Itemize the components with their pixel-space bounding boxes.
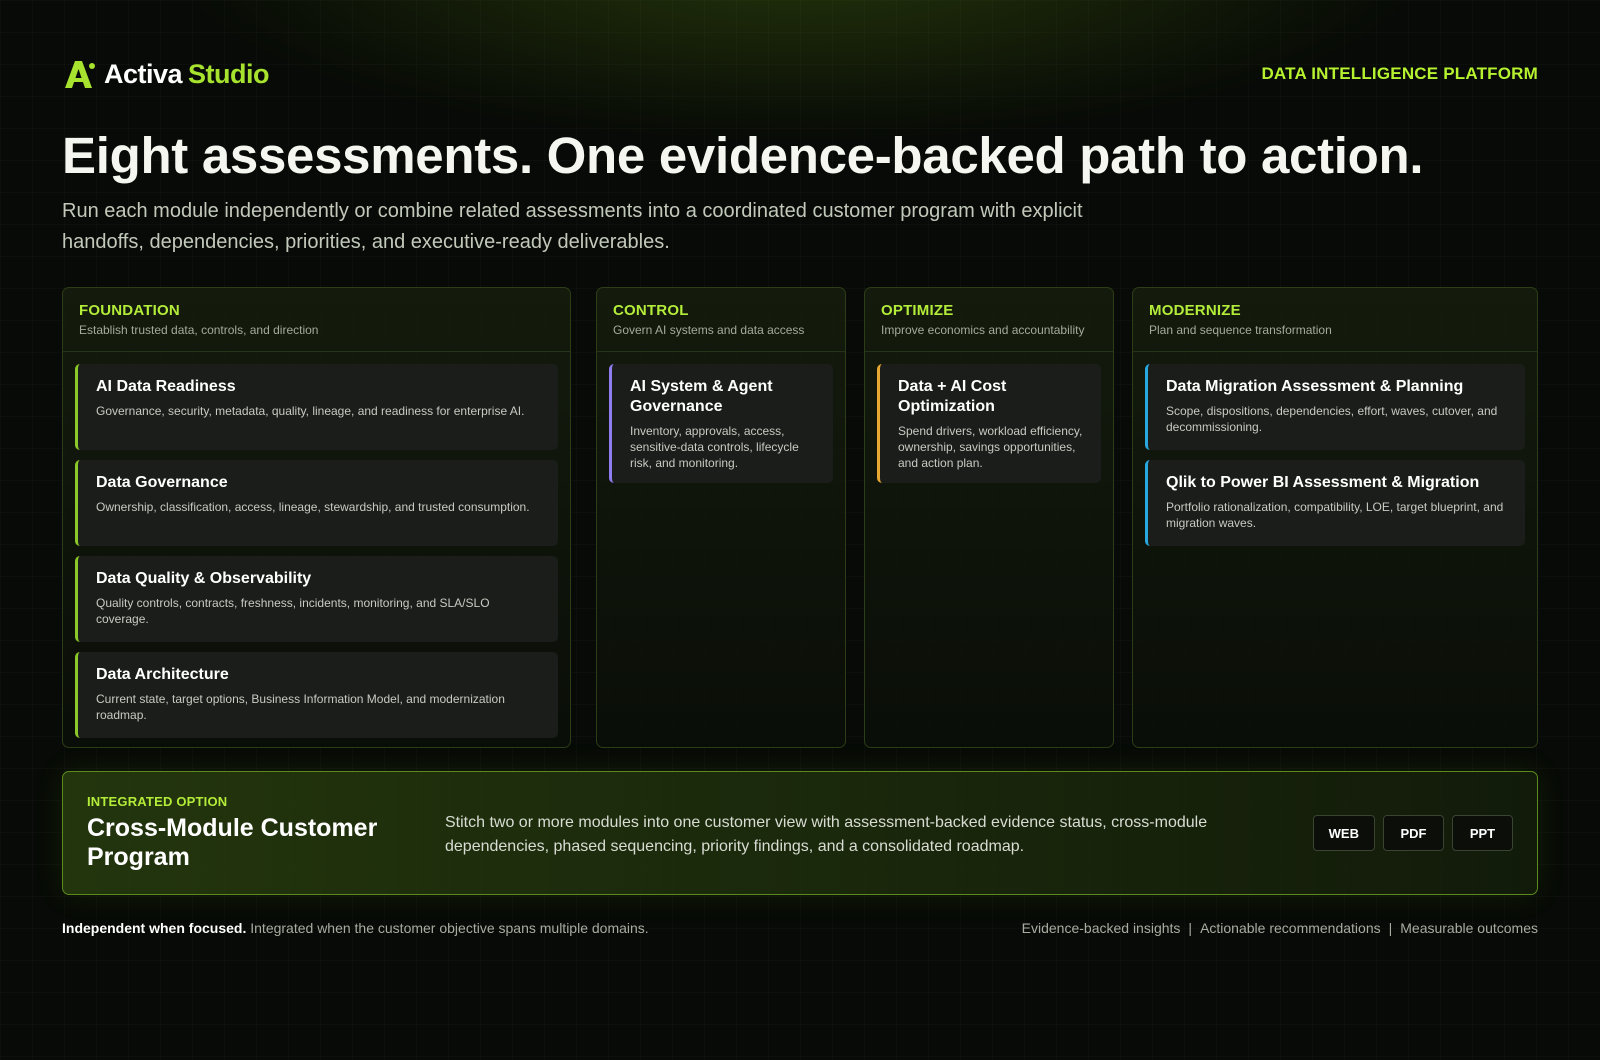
column-subtitle: Plan and sequence transformation bbox=[1149, 323, 1332, 337]
card-description: Portfolio rationalization, compatibility… bbox=[1166, 500, 1504, 530]
card-description: Spend drivers, workload efficiency, owne… bbox=[898, 424, 1083, 470]
integrated-title: Cross-Module Customer Program bbox=[87, 814, 378, 871]
card-description: Inventory, approvals, access, sensitive-… bbox=[630, 424, 799, 470]
activa-logo-icon bbox=[65, 61, 95, 88]
pdf-button[interactable]: PDF bbox=[1383, 815, 1444, 851]
card-description: Quality controls, contracts, freshness, … bbox=[96, 596, 490, 626]
column-title: MODERNIZE bbox=[1149, 302, 1241, 319]
page-title: Eight assessments. One evidence-backed p… bbox=[62, 127, 1424, 184]
footer-emphasis: Independent when focused. bbox=[62, 920, 247, 936]
card-title: Data Quality & Observability bbox=[96, 570, 312, 587]
page-subtitle: Run each module independently or combine… bbox=[62, 200, 1083, 253]
platform-tagline: DATA INTELLIGENCE PLATFORM bbox=[1261, 64, 1538, 83]
column-header: OPTIMIZE Improve economics and accountab… bbox=[865, 288, 1113, 352]
card-title: Data Governance bbox=[96, 474, 228, 491]
footer-left: Independent when focused. Integrated whe… bbox=[62, 920, 649, 936]
card-description: Governance, security, metadata, quality,… bbox=[96, 404, 525, 418]
footer: Independent when focused. Integrated whe… bbox=[62, 920, 1538, 936]
card-description: Scope, dispositions, dependencies, effor… bbox=[1166, 404, 1498, 434]
card-title: Data Architecture bbox=[96, 666, 229, 683]
card-description: Ownership, classification, access, linea… bbox=[96, 500, 530, 514]
brand-secondary: Studio bbox=[188, 58, 270, 89]
brand-logo[interactable]: Activa Studio bbox=[62, 57, 270, 91]
footer-item: Evidence-backed insights bbox=[1021, 920, 1181, 936]
footer-separator: | bbox=[1388, 920, 1393, 936]
card-qlik-to-power-bi[interactable]: Qlik to Power BI Assessment & Migration … bbox=[1145, 460, 1525, 546]
card-ai-data-readiness[interactable]: AI Data Readiness Governance, security, … bbox=[75, 364, 558, 450]
column-header: FOUNDATION Establish trusted data, contr… bbox=[63, 288, 570, 352]
integrated-option-panel: INTEGRATED OPTION Cross-Module Customer … bbox=[62, 771, 1538, 895]
card-ai-system-agent-governance[interactable]: AI System & Agent Governance Inventory, … bbox=[609, 364, 833, 483]
brand-name: Activa Studio bbox=[104, 58, 270, 90]
column-title: CONTROL bbox=[613, 302, 689, 319]
column-subtitle: Govern AI systems and data access bbox=[613, 323, 805, 337]
card-title: AI Data Readiness bbox=[96, 378, 236, 395]
footer-item: Actionable recommendations bbox=[1200, 920, 1381, 936]
column-foundation: FOUNDATION Establish trusted data, contr… bbox=[62, 287, 571, 748]
format-buttons: WEB PDF PPT bbox=[1312, 815, 1513, 851]
hero-section: Eight assessments. One evidence-backed p… bbox=[62, 126, 1542, 258]
column-header: CONTROL Govern AI systems and data acces… bbox=[597, 288, 845, 352]
card-title: Data + AI Cost Optimization bbox=[898, 378, 1007, 415]
card-data-ai-cost-optimization[interactable]: Data + AI Cost Optimization Spend driver… bbox=[877, 364, 1101, 483]
integrated-description: Stitch two or more modules into one cust… bbox=[445, 814, 1208, 855]
column-optimize: OPTIMIZE Improve economics and accountab… bbox=[864, 287, 1114, 748]
column-subtitle: Establish trusted data, controls, and di… bbox=[79, 323, 319, 337]
column-subtitle: Improve economics and accountability bbox=[881, 323, 1085, 337]
footer-right: Evidence-backed insights | Actionable reco… bbox=[1022, 920, 1538, 936]
column-modernize: MODERNIZE Plan and sequence transformati… bbox=[1132, 287, 1538, 748]
column-title: FOUNDATION bbox=[79, 302, 180, 319]
assessment-columns: FOUNDATION Establish trusted data, contr… bbox=[62, 287, 1538, 748]
brand-primary: Activa bbox=[104, 58, 183, 89]
card-data-architecture[interactable]: Data Architecture Current state, target … bbox=[75, 652, 558, 738]
card-data-governance[interactable]: Data Governance Ownership, classificatio… bbox=[75, 460, 558, 546]
integrated-eyebrow: INTEGRATED OPTION bbox=[87, 794, 228, 809]
card-title: Qlik to Power BI Assessment & Migration bbox=[1166, 474, 1480, 491]
footer-item: Measurable outcomes bbox=[1400, 920, 1538, 936]
card-data-quality-observability[interactable]: Data Quality & Observability Quality con… bbox=[75, 556, 558, 642]
web-button[interactable]: WEB bbox=[1312, 815, 1375, 851]
footer-left-text: Integrated when the customer objective s… bbox=[250, 920, 649, 936]
card-title: AI System & Agent Governance bbox=[630, 378, 773, 415]
card-description: Current state, target options, Business … bbox=[96, 692, 505, 722]
column-title: OPTIMIZE bbox=[881, 302, 954, 319]
footer-separator: | bbox=[1188, 920, 1193, 936]
column-control: CONTROL Govern AI systems and data acces… bbox=[596, 287, 846, 748]
header: Activa Studio DATA INTELLIGENCE PLATFORM bbox=[62, 56, 1538, 92]
column-header: MODERNIZE Plan and sequence transformati… bbox=[1133, 288, 1537, 352]
ppt-button[interactable]: PPT bbox=[1452, 815, 1513, 851]
card-data-migration-assessment[interactable]: Data Migration Assessment & Planning Sco… bbox=[1145, 364, 1525, 450]
card-title: Data Migration Assessment & Planning bbox=[1166, 378, 1464, 395]
